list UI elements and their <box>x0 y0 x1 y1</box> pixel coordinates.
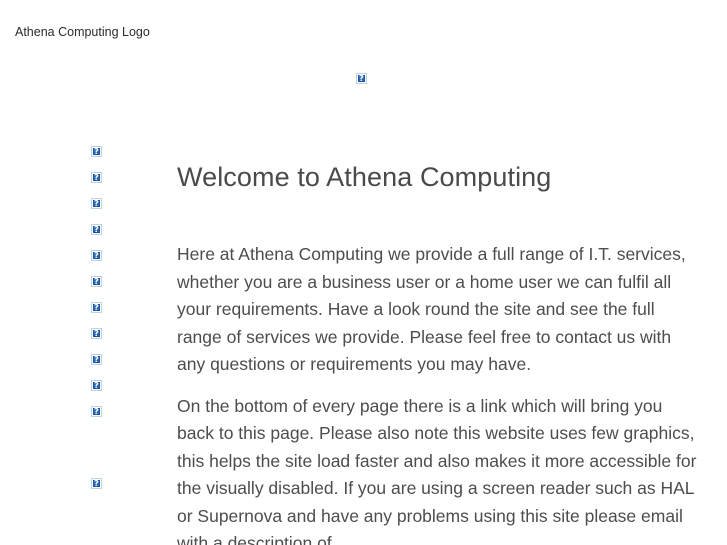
broken-image-icon[interactable]: ? <box>91 354 102 365</box>
sidebar-item-12[interactable]: ? <box>91 478 121 504</box>
broken-image-icon[interactable]: ? <box>91 198 102 209</box>
broken-image-icon[interactable]: ? <box>91 172 102 183</box>
broken-image-icon[interactable]: ? <box>91 406 102 417</box>
sidebar-item-8[interactable]: ? <box>91 328 121 354</box>
broken-image-icon[interactable]: ? <box>91 302 102 313</box>
sidebar-nav: ? ? ? ? ? ? ? ? ? ? ? ? <box>91 146 121 504</box>
sidebar-item-7[interactable]: ? <box>91 302 121 328</box>
broken-image-icon[interactable]: ? <box>91 146 102 157</box>
question-mark-glyph: ? <box>94 173 99 182</box>
question-mark-glyph: ? <box>94 277 99 286</box>
broken-image-icon[interactable]: ? <box>91 224 102 235</box>
broken-image-icon[interactable]: ? <box>91 328 102 339</box>
question-mark-glyph: ? <box>94 479 99 488</box>
broken-image-icon[interactable]: ? <box>91 478 102 489</box>
banner-broken-image-icon[interactable]: ? <box>356 73 367 84</box>
question-mark-glyph: ? <box>94 199 99 208</box>
sidebar-item-9[interactable]: ? <box>91 354 121 380</box>
broken-image-icon[interactable]: ? <box>91 276 102 287</box>
question-mark-glyph: ? <box>94 329 99 338</box>
sidebar-item-3[interactable]: ? <box>91 198 121 224</box>
broken-image-icon[interactable]: ? <box>91 380 102 391</box>
sidebar-item-10[interactable]: ? <box>91 380 121 406</box>
sidebar-item-11[interactable]: ? <box>91 406 121 432</box>
question-mark-glyph: ? <box>94 147 99 156</box>
question-mark-glyph: ? <box>94 381 99 390</box>
question-mark-glyph: ? <box>94 251 99 260</box>
sidebar-item-2[interactable]: ? <box>91 172 121 198</box>
broken-image-icon[interactable]: ? <box>91 250 102 261</box>
site-logo-alt-text[interactable]: Athena Computing Logo <box>15 25 150 40</box>
question-mark-glyph: ? <box>94 225 99 234</box>
question-mark-glyph: ? <box>359 74 364 83</box>
question-mark-glyph: ? <box>94 407 99 416</box>
accessibility-paragraph: On the bottom of every page there is a l… <box>177 395 697 545</box>
sidebar-item-5[interactable]: ? <box>91 250 121 276</box>
question-mark-glyph: ? <box>94 303 99 312</box>
sidebar-item-1[interactable]: ? <box>91 146 121 172</box>
page-root: Athena Computing Logo ? ? ? ? ? ? ? ? ? … <box>0 0 727 545</box>
question-mark-glyph: ? <box>94 355 99 364</box>
page-title: Welcome to Athena Computing <box>177 162 552 192</box>
main-content: Welcome to Athena Computing Here at Athe… <box>177 160 697 545</box>
sidebar-item-6[interactable]: ? <box>91 276 121 302</box>
intro-paragraph: Here at Athena Computing we provide a fu… <box>177 244 686 374</box>
sidebar-item-4[interactable]: ? <box>91 224 121 250</box>
